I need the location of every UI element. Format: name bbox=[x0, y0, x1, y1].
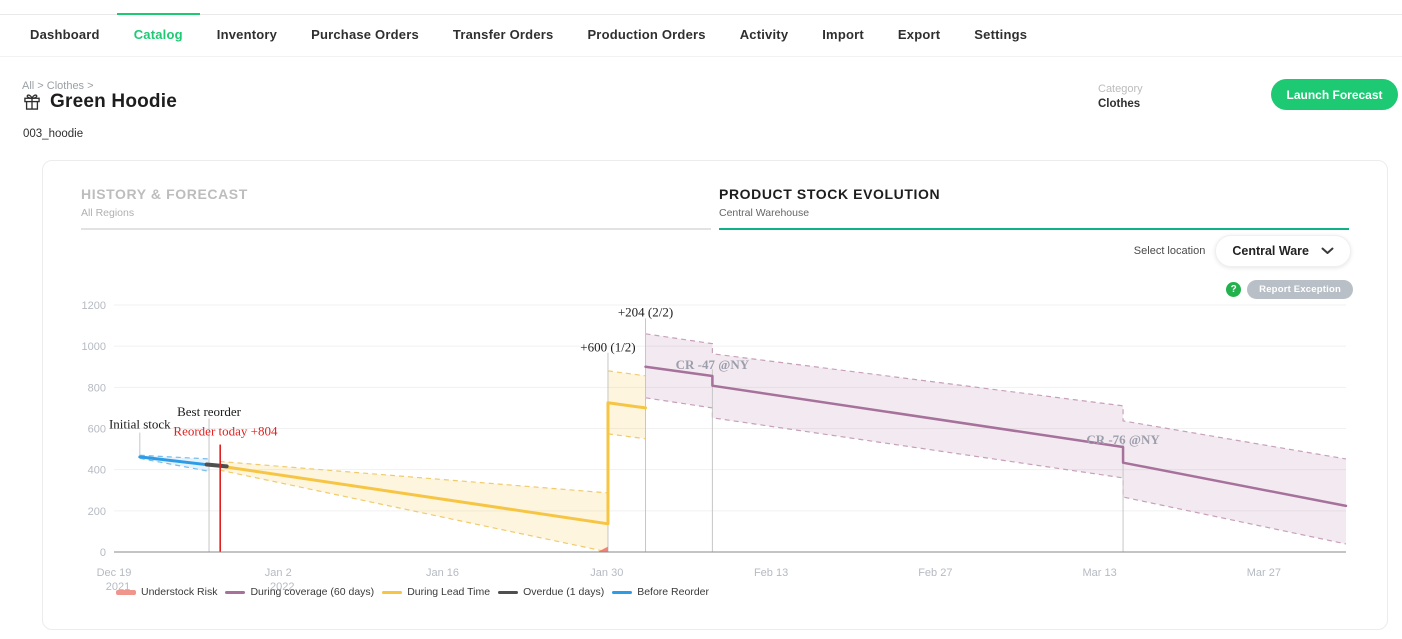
svg-text:Best reorder: Best reorder bbox=[177, 404, 242, 419]
nav-item-import[interactable]: Import bbox=[805, 13, 881, 56]
svg-text:Feb 27: Feb 27 bbox=[918, 567, 952, 579]
svg-text:Dec 19: Dec 19 bbox=[97, 567, 132, 579]
nav-item-purchase-orders[interactable]: Purchase Orders bbox=[294, 13, 436, 56]
select-location-row: Select location Central Ware bbox=[1134, 235, 1351, 267]
nav-item-settings[interactable]: Settings bbox=[957, 13, 1044, 56]
launch-forecast-button[interactable]: Launch Forecast bbox=[1271, 79, 1398, 110]
gift-icon bbox=[22, 92, 42, 112]
svg-text:Jan 30: Jan 30 bbox=[590, 567, 623, 579]
product-title-row: Green Hoodie bbox=[22, 91, 177, 113]
tab-subtitle: All Regions bbox=[81, 207, 711, 219]
tab-history-forecast[interactable]: HISTORY & FORECAST All Regions bbox=[81, 186, 711, 230]
chart-canvas: 020040060080010001200Dec 192021Jan 22022… bbox=[61, 291, 1371, 623]
stock-evolution-chart: 020040060080010001200Dec 192021Jan 22022… bbox=[61, 291, 1371, 623]
svg-text:Reorder today +804: Reorder today +804 bbox=[173, 424, 278, 439]
svg-text:Initial stock: Initial stock bbox=[109, 417, 171, 432]
svg-text:400: 400 bbox=[88, 465, 106, 477]
svg-text:600: 600 bbox=[88, 424, 106, 436]
location-dropdown[interactable]: Central Ware bbox=[1215, 235, 1351, 267]
legend-item-during-coverage: During coverage (60 days) bbox=[225, 586, 374, 598]
svg-text:CR -47 @NY: CR -47 @NY bbox=[676, 357, 750, 372]
svg-text:0: 0 bbox=[100, 547, 106, 559]
legend-label: During coverage (60 days) bbox=[250, 586, 374, 598]
legend-swatch bbox=[612, 591, 632, 594]
legend-item-understock-risk: Understock Risk bbox=[116, 586, 217, 598]
nav-item-production-orders[interactable]: Production Orders bbox=[570, 13, 722, 56]
tab-product-stock-evolution[interactable]: PRODUCT STOCK EVOLUTION Central Warehous… bbox=[719, 186, 1349, 230]
product-sku: 003_hoodie bbox=[23, 128, 83, 140]
nav-item-inventory[interactable]: Inventory bbox=[200, 13, 294, 56]
legend-swatch bbox=[498, 591, 518, 594]
svg-text:Feb 13: Feb 13 bbox=[754, 567, 788, 579]
top-navigation: Dashboard Catalog Inventory Purchase Ord… bbox=[0, 14, 1402, 57]
chevron-down-icon bbox=[1321, 247, 1334, 255]
nav-item-export[interactable]: Export bbox=[881, 13, 957, 56]
legend-item-during-lead-time: During Lead Time bbox=[382, 586, 490, 598]
svg-text:+204 (2/2): +204 (2/2) bbox=[618, 304, 673, 319]
legend-label: During Lead Time bbox=[407, 586, 490, 598]
select-location-label: Select location bbox=[1134, 245, 1206, 257]
legend-item-overdue: Overdue (1 days) bbox=[498, 586, 604, 598]
svg-text:1000: 1000 bbox=[82, 341, 106, 353]
location-dropdown-value: Central Ware bbox=[1232, 244, 1309, 258]
legend-label: Before Reorder bbox=[637, 586, 709, 598]
svg-text:Jan 16: Jan 16 bbox=[426, 567, 459, 579]
svg-text:Mar 27: Mar 27 bbox=[1247, 567, 1281, 579]
svg-text:Mar 13: Mar 13 bbox=[1082, 567, 1116, 579]
product-stock-card: HISTORY & FORECAST All Regions PRODUCT S… bbox=[42, 160, 1388, 630]
svg-text:Jan 2: Jan 2 bbox=[265, 567, 292, 579]
nav-item-catalog[interactable]: Catalog bbox=[117, 13, 200, 56]
chart-legend: Understock Risk During coverage (60 days… bbox=[116, 586, 709, 598]
tab-title: PRODUCT STOCK EVOLUTION bbox=[719, 186, 1349, 202]
svg-text:+600 (1/2): +600 (1/2) bbox=[580, 339, 635, 354]
tab-title: HISTORY & FORECAST bbox=[81, 186, 711, 202]
legend-label: Overdue (1 days) bbox=[523, 586, 604, 598]
tab-subtitle: Central Warehouse bbox=[719, 207, 1349, 219]
legend-swatch bbox=[225, 591, 245, 594]
legend-item-before-reorder: Before Reorder bbox=[612, 586, 709, 598]
svg-text:800: 800 bbox=[88, 382, 106, 394]
legend-swatch bbox=[116, 590, 136, 595]
svg-text:1200: 1200 bbox=[82, 300, 106, 312]
category-value: Clothes bbox=[1098, 98, 1143, 110]
legend-label: Understock Risk bbox=[141, 586, 217, 598]
category-label: Category bbox=[1098, 83, 1143, 95]
page-title: Green Hoodie bbox=[50, 91, 177, 113]
nav-item-transfer-orders[interactable]: Transfer Orders bbox=[436, 13, 571, 56]
svg-text:200: 200 bbox=[88, 506, 106, 518]
svg-text:CR -76 @NY: CR -76 @NY bbox=[1086, 432, 1160, 447]
nav-item-activity[interactable]: Activity bbox=[723, 13, 806, 56]
legend-swatch bbox=[382, 591, 402, 594]
category-block: Category Clothes bbox=[1098, 83, 1143, 110]
card-tabs: HISTORY & FORECAST All Regions PRODUCT S… bbox=[81, 186, 1349, 230]
nav-item-dashboard[interactable]: Dashboard bbox=[13, 13, 117, 56]
